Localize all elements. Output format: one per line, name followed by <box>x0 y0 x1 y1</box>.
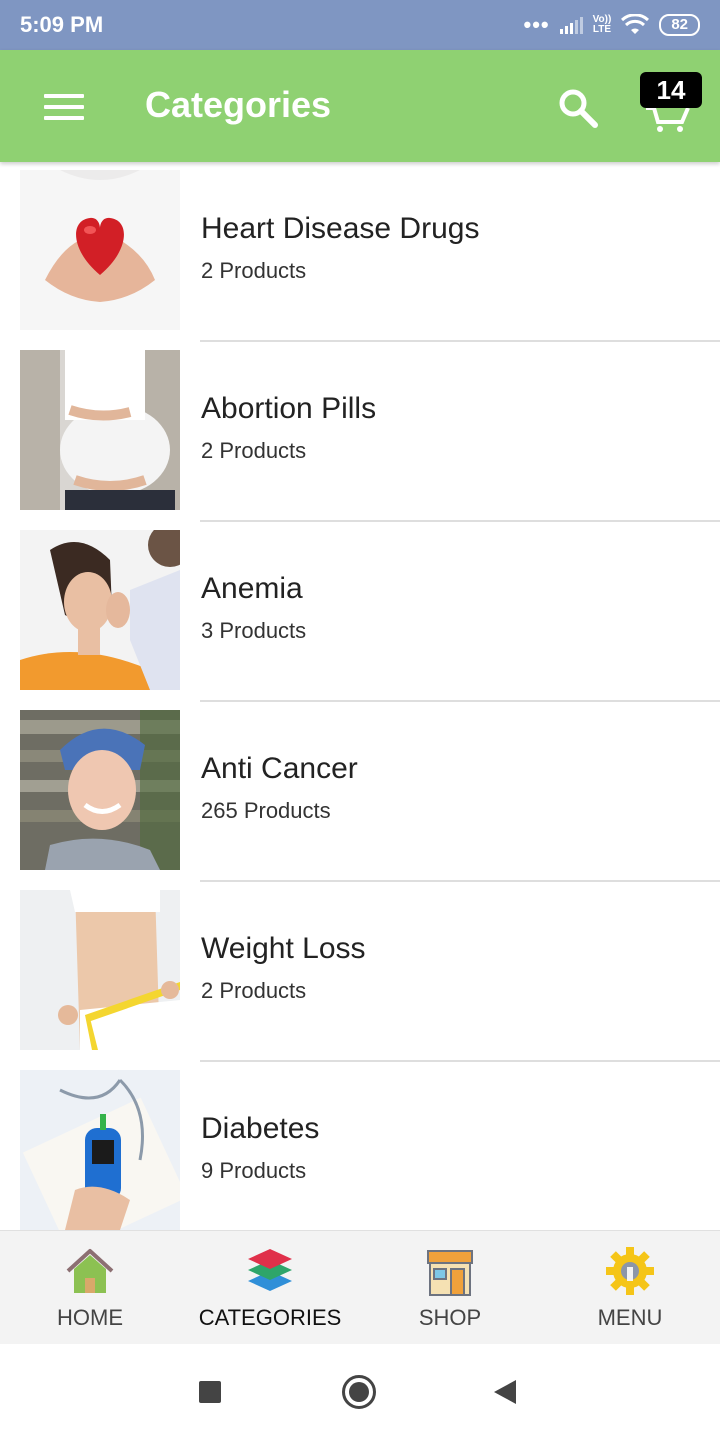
category-row[interactable]: Anti Cancer 265 Products <box>0 702 720 882</box>
nav-home-label: HOME <box>57 1305 123 1330</box>
category-count: 2 Products <box>201 978 307 1003</box>
heart-hands-image <box>20 170 180 330</box>
status-icons: ••• Vo)) LTE 82 <box>523 12 700 38</box>
cart-button[interactable]: 14 <box>640 72 702 132</box>
category-name: Weight Loss <box>201 932 366 965</box>
category-count: 2 Products <box>201 438 307 463</box>
notification-dots-icon: ••• <box>523 12 550 37</box>
cart-count-badge: 14 <box>640 72 702 108</box>
category-list: Heart Disease Drugs 2 Products Abortion … <box>0 162 720 1230</box>
pregnant-woman-image <box>20 350 180 510</box>
home-circle-icon[interactable] <box>342 1375 376 1409</box>
page-title: Categories <box>145 84 332 125</box>
layers-icon <box>248 1249 292 1291</box>
nav-home[interactable]: HOME <box>0 1231 180 1345</box>
app-bar: Categories 14 <box>0 50 720 162</box>
category-name: Anemia <box>201 572 303 605</box>
glucose-meter-image <box>20 1070 180 1230</box>
back-triangle-icon[interactable] <box>494 1380 516 1404</box>
measuring-tape-waist-image <box>20 890 180 1050</box>
smiling-woman-headscarf-image <box>20 710 180 870</box>
bottom-navigation: HOME CATEGORIES SHOP MENU <box>0 1230 720 1344</box>
system-navigation-bar <box>0 1344 720 1440</box>
category-count: 3 Products <box>201 618 307 643</box>
category-name: Heart Disease Drugs <box>201 212 480 245</box>
wifi-icon <box>621 14 650 34</box>
category-row[interactable]: Anemia 3 Products <box>0 522 720 702</box>
lte-label: LTE <box>592 24 612 35</box>
nav-shop-label: SHOP <box>418 1305 482 1330</box>
category-row[interactable]: Heart Disease Drugs 2 Products <box>0 162 720 342</box>
home-icon <box>66 1249 114 1293</box>
shop-icon <box>427 1250 473 1296</box>
category-name: Anti Cancer <box>201 752 358 785</box>
status-bar: 5:09 PM ••• Vo)) LTE 82 <box>0 0 720 50</box>
gear-wrench-icon <box>606 1247 654 1295</box>
category-name: Abortion Pills <box>201 392 377 425</box>
nav-menu-label: MENU <box>597 1305 663 1330</box>
nav-categories[interactable]: CATEGORIES <box>180 1231 360 1345</box>
hamburger-menu-icon[interactable] <box>44 94 84 120</box>
category-count: 9 Products <box>201 1158 307 1183</box>
category-count: 2 Products <box>201 258 307 283</box>
search-icon[interactable] <box>556 86 600 130</box>
nav-shop[interactable]: SHOP <box>360 1231 540 1345</box>
category-count: 265 Products <box>201 798 331 823</box>
category-row[interactable]: Diabetes 9 Products <box>0 1062 720 1230</box>
battery-indicator: 82 <box>659 14 700 36</box>
category-row[interactable]: Abortion Pills 2 Products <box>0 342 720 522</box>
signal-icon <box>559 16 583 34</box>
nav-menu[interactable]: MENU <box>540 1231 720 1345</box>
status-time: 5:09 PM <box>20 12 104 37</box>
category-name: Diabetes <box>201 1112 320 1145</box>
category-row[interactable]: Weight Loss 2 Products <box>0 882 720 1062</box>
lte-indicator: Vo)) LTE <box>593 15 612 35</box>
nav-categories-label: CATEGORIES <box>198 1305 342 1330</box>
doctor-patient-image <box>20 530 180 690</box>
recent-apps-icon[interactable] <box>199 1381 221 1403</box>
